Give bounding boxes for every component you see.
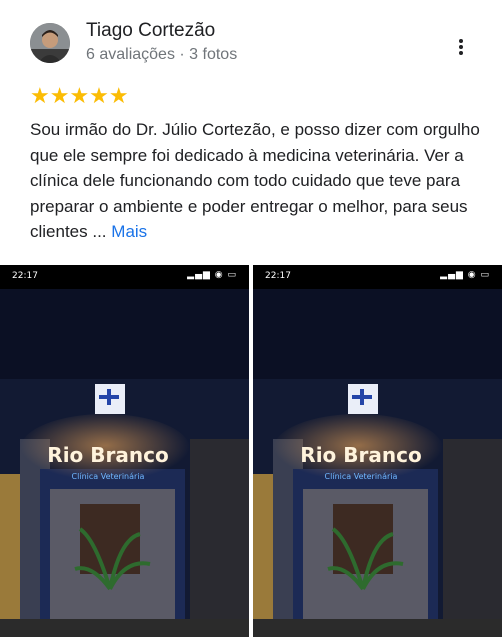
star-rating: ★★★★★: [30, 84, 129, 109]
phone-status-bar: 22:17 ▂▄▆ ◉ ▭: [0, 265, 249, 289]
avatar[interactable]: [30, 23, 70, 63]
review-body: Sou irmão do Dr. Júlio Cortezão, e posso…: [30, 120, 480, 242]
review-photo-2[interactable]: 22:17 ▂▄▆ ◉ ▭ Rio Branco Clínica Veterin…: [253, 265, 502, 637]
status-icons: ▂▄▆ ◉ ▭: [187, 270, 237, 280]
clinic-facade-image: Rio Branco Clínica Veterinária: [253, 289, 502, 637]
status-time: 22:17: [265, 271, 291, 281]
photo-strip: 22:17 ▂▄▆ ◉ ▭ Rio Branco Clínica Veterin…: [0, 265, 502, 637]
clinic-facade-image: Rio Branco Clínica Veterinária: [0, 289, 249, 637]
sign-subtitle: Clínica Veterinária: [72, 472, 145, 481]
phone-status-bar: 22:17 ▂▄▆ ◉ ▭: [253, 265, 502, 289]
review-text: Sou irmão do Dr. Júlio Cortezão, e posso…: [30, 117, 485, 245]
review-photo-1[interactable]: 22:17 ▂▄▆ ◉ ▭ Rio Branco Clínica Veterin…: [0, 265, 249, 637]
review-header: Tiago Cortezão 6 avaliações · 3 fotos: [0, 0, 502, 80]
more-link[interactable]: Mais: [111, 222, 147, 241]
status-icons: ▂▄▆ ◉ ▭: [440, 270, 490, 280]
status-time: 22:17: [12, 271, 38, 281]
star-icons: ★★★★★: [30, 84, 129, 109]
author-name[interactable]: Tiago Cortezão: [86, 20, 215, 42]
more-options-icon[interactable]: [448, 34, 474, 60]
sign-subtitle: Clínica Veterinária: [325, 472, 398, 481]
sign-title: Rio Branco: [300, 443, 421, 467]
author-meta: 6 avaliações · 3 fotos: [86, 46, 238, 63]
sign-title: Rio Branco: [47, 443, 168, 467]
